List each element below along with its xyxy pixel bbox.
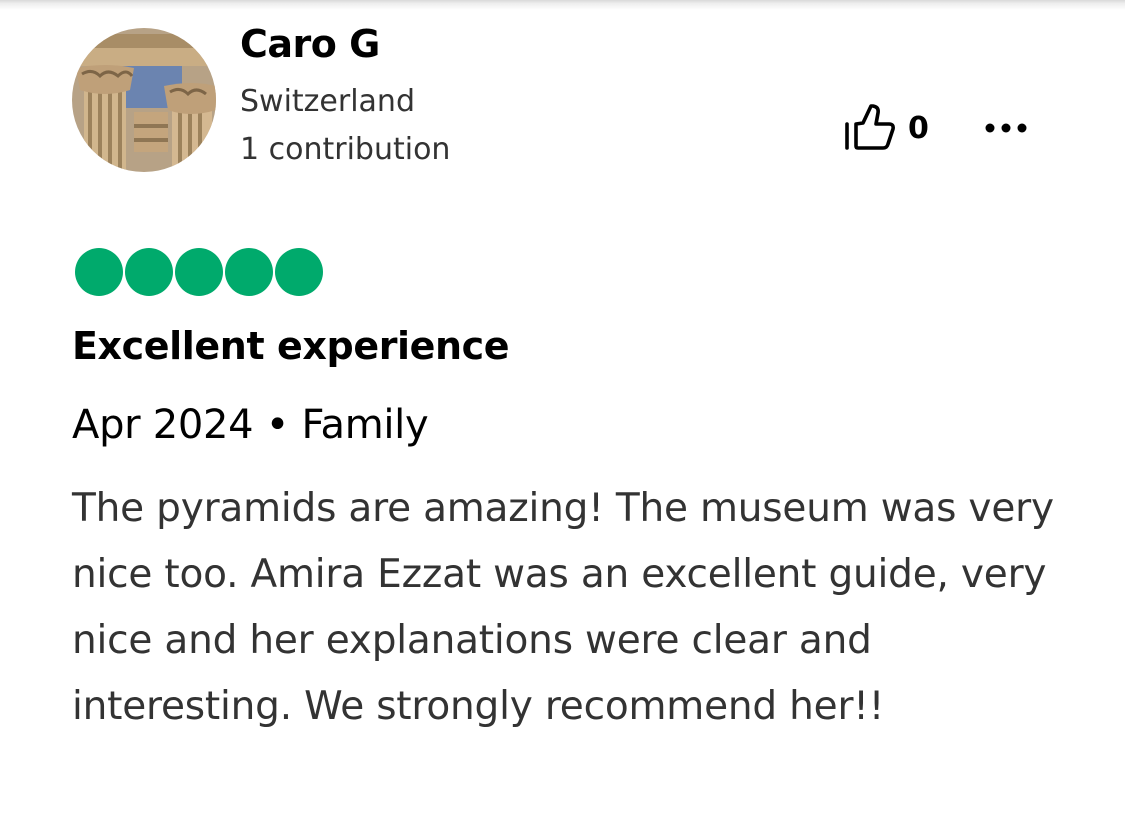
- review-date: Apr 2024: [72, 402, 254, 448]
- rating-bubble: [275, 248, 323, 296]
- thumbs-up-icon: [845, 104, 895, 150]
- rating-bubble: [125, 248, 173, 296]
- more-options-button[interactable]: [978, 110, 1034, 146]
- helpful-vote-button[interactable]: 0: [842, 102, 929, 154]
- trip-type: Family: [301, 402, 429, 448]
- rating-bubble: [175, 248, 223, 296]
- review-title: Excellent experience: [72, 324, 510, 368]
- review-meta: Apr 2024 • Family: [72, 402, 429, 448]
- review-body: The pyramids are amazing! The museum was…: [72, 486, 1054, 729]
- review-card: Caro G Switzerland 1 contribution 0 Exce…: [0, 0, 1125, 833]
- avatar[interactable]: [72, 28, 216, 172]
- rating-bubble: [225, 248, 273, 296]
- helpful-count: 0: [908, 110, 929, 146]
- rating-bubble: [75, 248, 123, 296]
- user-location: Switzerland: [240, 84, 415, 119]
- user-name[interactable]: Caro G: [240, 22, 380, 66]
- more-horizontal-icon: [985, 123, 1027, 133]
- user-contributions: 1 contribution: [240, 132, 451, 167]
- avatar-image: [72, 28, 216, 172]
- meta-separator: •: [265, 402, 290, 448]
- rating-bubbles: [75, 248, 323, 296]
